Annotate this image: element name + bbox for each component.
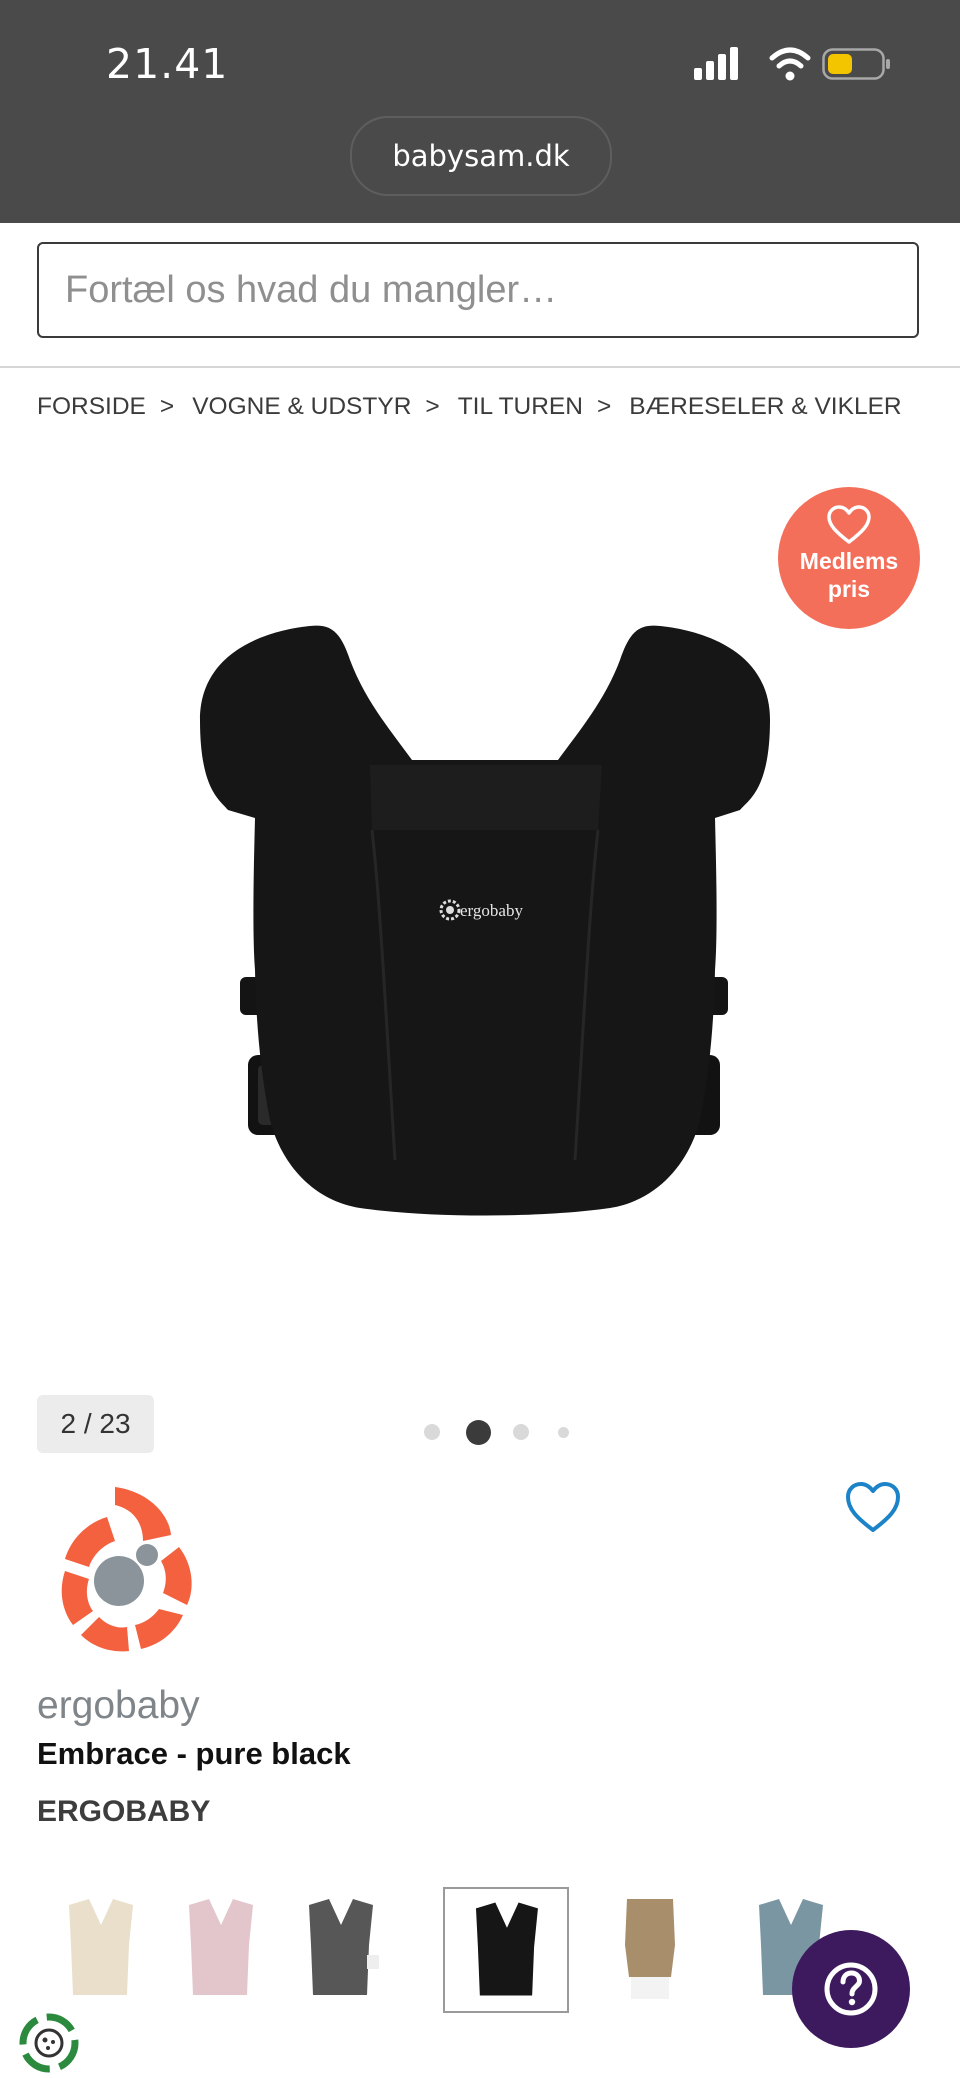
badge-line-1: Medlems: [799, 548, 899, 574]
badge-line-2: pris: [827, 576, 871, 602]
status-time: 21.41: [106, 40, 229, 88]
product-logo-text: ergobaby: [460, 901, 523, 920]
gallery-dot-active[interactable]: [466, 1419, 491, 1445]
breadcrumb: FORSIDE > VOGNE & UDSTYR > TIL TUREN > B…: [37, 393, 902, 421]
heart-outline-icon: [827, 505, 871, 544]
breadcrumb-separator: >: [159, 393, 175, 420]
status-icons: [694, 47, 890, 81]
breadcrumb-baereseler[interactable]: BÆRESELER & VIKLER: [629, 393, 901, 421]
search-area: [0, 223, 960, 368]
brand-logo[interactable]: ergobaby: [37, 1483, 212, 1730]
gallery-dots: [424, 1418, 569, 1446]
product-image[interactable]: ergobaby: [180, 600, 780, 1240]
product-brand[interactable]: ERGOBABY: [37, 1795, 210, 1829]
recycle-icon: [19, 2013, 79, 2073]
breadcrumb-vogne-udstyr[interactable]: VOGNE & UDSTYR: [192, 393, 411, 421]
question-circle-icon: [824, 1962, 878, 2016]
url-bar[interactable]: babysam.dk: [350, 116, 612, 196]
variant-thumbnail-grey[interactable]: [277, 1885, 403, 2011]
breadcrumb-til-turen[interactable]: TIL TUREN: [458, 393, 583, 421]
gallery-dot[interactable]: [558, 1426, 569, 1438]
breadcrumb-separator: >: [425, 393, 440, 420]
gallery-dot[interactable]: [424, 1424, 440, 1440]
search-input[interactable]: [37, 242, 919, 338]
signal-icon: [694, 47, 738, 80]
wifi-icon: [769, 47, 811, 81]
variant-thumbnail-olive[interactable]: [587, 1885, 713, 2011]
brand-logo-text: ergobaby: [37, 1684, 200, 1727]
variant-thumbnail-pure-black[interactable]: [443, 1887, 569, 2013]
help-button[interactable]: [792, 1930, 910, 2048]
breadcrumb-home[interactable]: FORSIDE: [37, 393, 146, 421]
variant-thumbnail-cream[interactable]: [37, 1885, 163, 2011]
member-price-badge: Medlems pris: [778, 487, 920, 629]
gallery-counter: 2 / 23: [37, 1395, 154, 1453]
variant-thumbnail-pink[interactable]: [157, 1885, 283, 2011]
breadcrumb-separator: >: [596, 393, 612, 420]
status-bar: 21.41 babysam.dk: [0, 0, 960, 223]
product-title: Embrace - pure black: [37, 1736, 351, 1771]
favorite-heart-icon[interactable]: [843, 1478, 903, 1538]
gallery-dot[interactable]: [513, 1424, 529, 1440]
battery-icon: [822, 48, 890, 80]
